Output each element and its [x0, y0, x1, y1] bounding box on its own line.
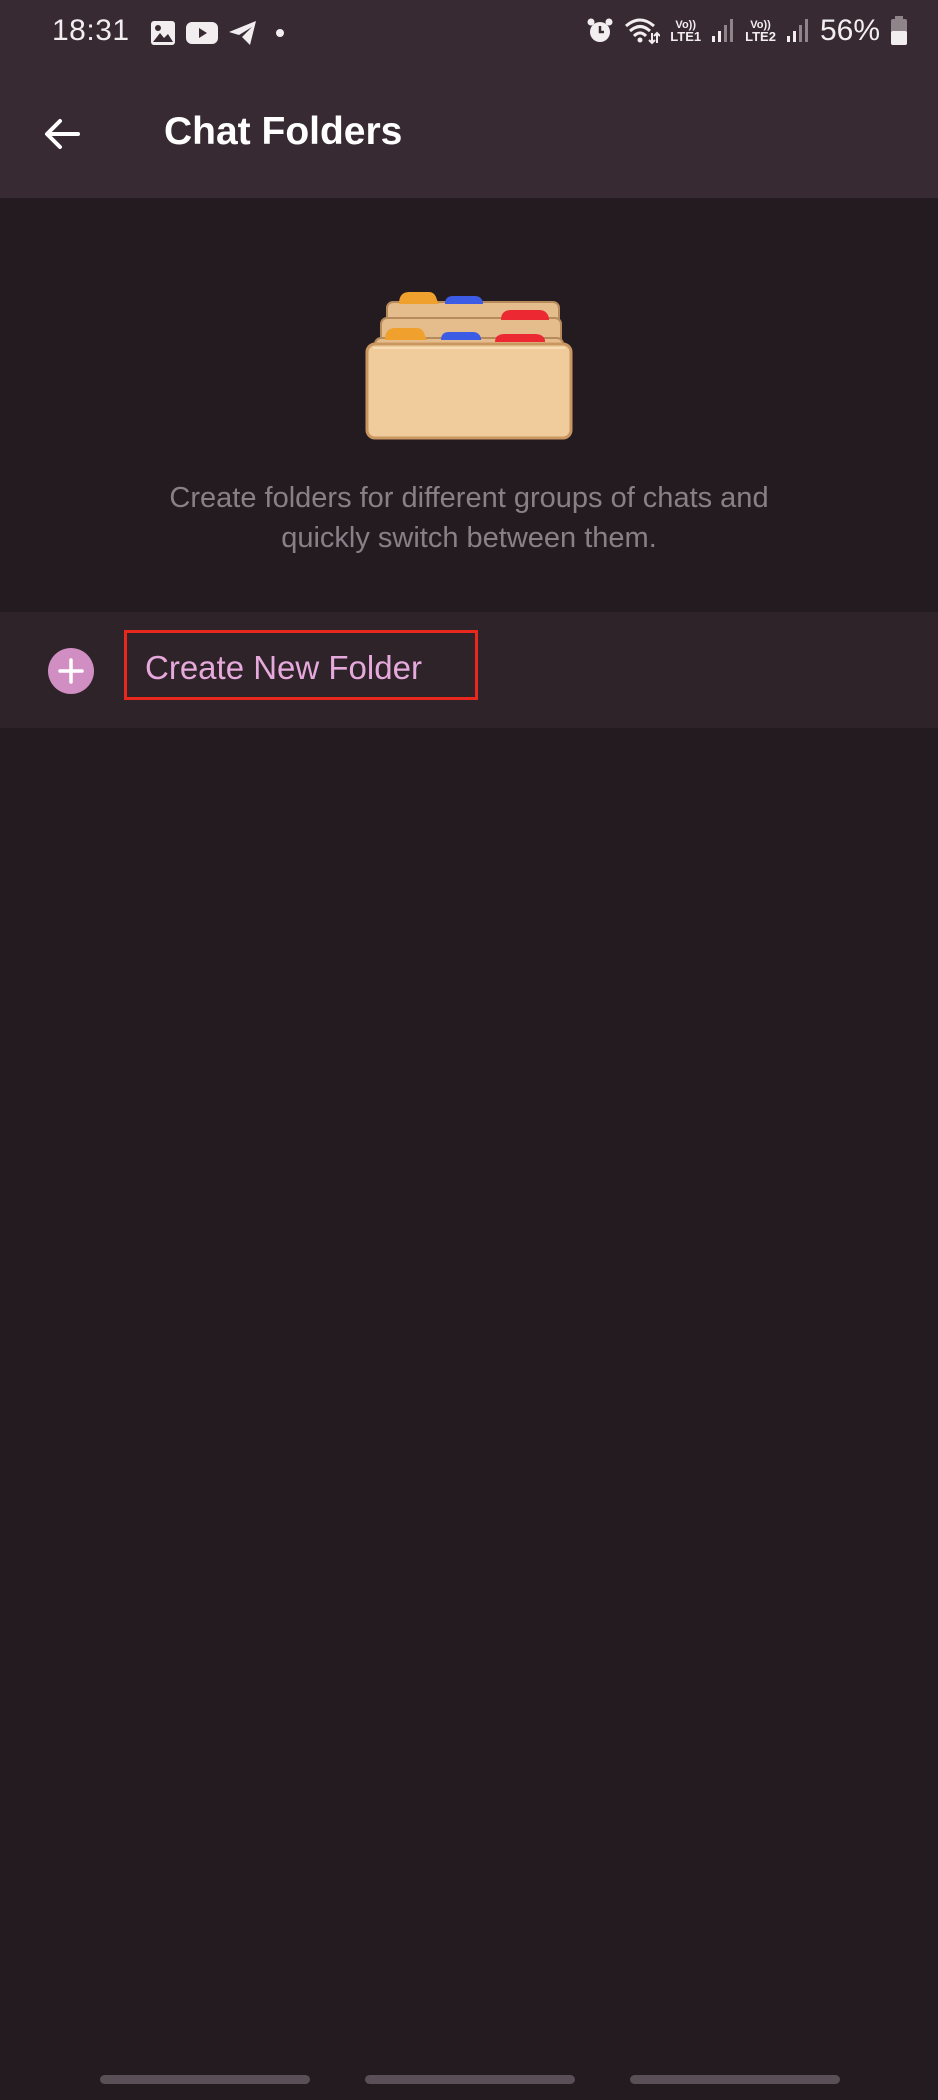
signal-2-icon — [786, 19, 808, 42]
dot-icon — [276, 29, 284, 37]
notification-icons — [150, 20, 288, 46]
system-icons: Vo)) LTE1 Vo)) LTE2 56% — [586, 14, 908, 48]
tab-orange — [399, 292, 439, 304]
lte2-label: LTE2 — [745, 29, 776, 44]
telegram-icon — [229, 21, 256, 45]
status-bar: 18:31 Vo)) LTE1 Vo)) LTE2 56% — [0, 0, 938, 70]
description-line-1: Create folders for different groups of c… — [169, 482, 769, 514]
volte-lte1-icon: Vo)) LTE1 — [670, 20, 702, 44]
nav-recents-handle[interactable] — [100, 2075, 310, 2084]
nav-back-handle[interactable] — [630, 2075, 840, 2084]
create-new-folder-button[interactable]: Create New Folder — [0, 612, 938, 728]
folders-intro: Create folders for different groups of c… — [0, 198, 938, 612]
app-bar: Chat Folders — [0, 70, 938, 198]
description-line-2: quickly switch between them. — [281, 522, 657, 554]
tab-orange — [385, 328, 427, 340]
lte1-label: LTE1 — [670, 29, 702, 44]
tab-red — [495, 334, 545, 342]
stacked-folders-icon — [365, 292, 573, 440]
battery-percent: 56% — [819, 14, 880, 47]
tab-blue — [445, 296, 483, 304]
status-time: 18:31 — [52, 14, 130, 47]
tab-blue — [441, 332, 481, 340]
wifi-icon — [625, 18, 661, 45]
tab-red — [501, 310, 549, 320]
create-new-folder-label: Create New Folder — [145, 649, 422, 686]
navigation-bar — [0, 2040, 938, 2100]
battery-icon — [891, 16, 907, 45]
plus-circle-icon — [48, 648, 94, 694]
back-button[interactable] — [30, 102, 94, 166]
folders-description: Create folders for different groups of c… — [0, 478, 938, 558]
nav-home-handle[interactable] — [365, 2075, 575, 2084]
volte-lte2-icon: Vo)) LTE2 — [745, 20, 776, 44]
page-title: Chat Folders — [164, 110, 403, 153]
youtube-icon — [186, 22, 218, 44]
arrow-left-icon — [45, 119, 80, 149]
signal-1-icon — [712, 19, 734, 42]
gallery-icon — [151, 21, 175, 45]
alarm-icon — [587, 18, 613, 42]
